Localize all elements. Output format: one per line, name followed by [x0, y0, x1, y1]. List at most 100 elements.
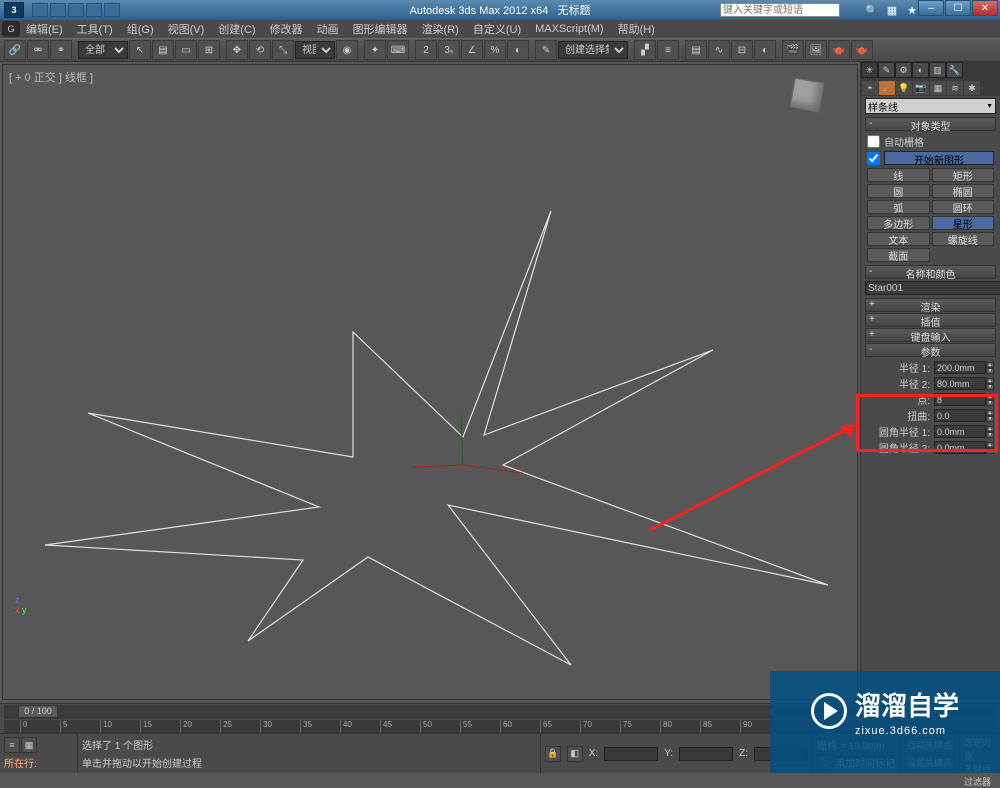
cat-spacewarps-icon[interactable]: ≋	[947, 81, 963, 95]
tab-display-icon[interactable]: ▥	[929, 62, 946, 78]
y-input[interactable]	[679, 747, 733, 761]
window-crossing-icon[interactable]: ⊞	[198, 40, 220, 60]
edit-named-sel-icon[interactable]: ✎	[535, 40, 557, 60]
select-region-icon[interactable]: ▭	[175, 40, 197, 60]
render-setup-icon[interactable]: 🎬	[782, 40, 804, 60]
tab-motion-icon[interactable]: ◐	[912, 62, 929, 78]
menu-animation[interactable]: 动画	[311, 19, 345, 39]
manipulate-icon[interactable]: ✦	[364, 40, 386, 60]
schematic-icon[interactable]: ⊟	[731, 40, 753, 60]
points-spin-down[interactable]: ▼	[986, 400, 994, 406]
move-icon[interactable]: ✥	[226, 40, 248, 60]
fillet2-spinner[interactable]: 0.0mm	[934, 441, 986, 454]
shape-category-dropdown[interactable]: 样条线	[865, 98, 996, 114]
qa-new-icon[interactable]	[32, 3, 48, 17]
start-new-shape-button[interactable]: 开始新图形	[884, 151, 994, 165]
app-logo-icon[interactable]: 3	[4, 2, 24, 18]
shape-ngon-button[interactable]: 多边形	[867, 216, 930, 230]
abs-rel-icon[interactable]: ◧	[567, 746, 583, 762]
menu-group[interactable]: 组(G)	[121, 19, 160, 39]
render-frame-icon[interactable]: 🖼	[805, 40, 827, 60]
link-icon[interactable]: 🔗	[4, 40, 26, 60]
align-icon[interactable]: ≡	[657, 40, 679, 60]
selection-filter[interactable]: 全部	[78, 41, 128, 59]
bind-icon[interactable]: ⚭	[50, 40, 72, 60]
comm-center-icon[interactable]: ▦	[884, 3, 900, 17]
radius2-spin-down[interactable]: ▼	[986, 384, 994, 390]
keyboard-icon[interactable]: ⌨	[387, 40, 409, 60]
help-search-input[interactable]	[720, 3, 840, 17]
tab-create-icon[interactable]: ✳	[861, 62, 878, 78]
tab-modify-icon[interactable]: ✎	[878, 62, 895, 78]
unlink-icon[interactable]: ⚮	[27, 40, 49, 60]
search-icon[interactable]: 🔍	[864, 3, 880, 17]
distortion-spinner[interactable]: 0.0	[934, 409, 986, 422]
shape-circle-button[interactable]: 圆	[867, 184, 930, 198]
qa-open-icon[interactable]	[50, 3, 66, 17]
fillet1-spinner[interactable]: 0.0mm	[934, 425, 986, 438]
spinner-snap-icon[interactable]: ◐	[507, 40, 529, 60]
time-slider-thumb[interactable]: 0 / 100	[18, 705, 58, 718]
render-prod-icon[interactable]: 🫖	[851, 40, 873, 60]
cat-cameras-icon[interactable]: 📷	[913, 81, 929, 95]
cat-helpers-icon[interactable]: ▦	[930, 81, 946, 95]
qa-undo-icon[interactable]	[86, 3, 102, 17]
menu-help[interactable]: 帮助(H)	[612, 19, 661, 39]
cat-geometry-icon[interactable]: ◓	[862, 81, 878, 95]
shape-helix-button[interactable]: 螺旋线	[932, 232, 995, 246]
fillet1-spin-down[interactable]: ▼	[986, 432, 994, 438]
ref-coord-system[interactable]: 视图	[295, 41, 335, 59]
snap3-icon[interactable]: 3ₛ	[438, 40, 460, 60]
fillet2-spin-down[interactable]: ▼	[986, 448, 994, 454]
tab-utilities-icon[interactable]: 🔧	[946, 62, 963, 78]
pivot-icon[interactable]: ◉	[336, 40, 358, 60]
angle-snap-icon[interactable]: ∠	[461, 40, 483, 60]
shape-section-button[interactable]: 截面	[867, 248, 930, 262]
material-editor-icon[interactable]: ◐	[754, 40, 776, 60]
menu-customize[interactable]: 自定义(U)	[467, 19, 527, 39]
menu-tools[interactable]: 工具(T)	[71, 19, 119, 39]
app-menu-icon[interactable]: G	[2, 21, 20, 37]
render-icon[interactable]: 🫖	[828, 40, 850, 60]
menu-create[interactable]: 创建(C)	[212, 19, 261, 39]
select-icon[interactable]: ↖	[129, 40, 151, 60]
script-listener-icon[interactable]: ≡	[4, 737, 20, 753]
shape-arc-button[interactable]: 弧	[867, 200, 930, 214]
qa-save-icon[interactable]	[68, 3, 84, 17]
snap2-icon[interactable]: 2	[415, 40, 437, 60]
radius1-spin-down[interactable]: ▼	[986, 368, 994, 374]
tab-hierarchy-icon[interactable]: ⚙	[895, 62, 912, 78]
menu-maxscript[interactable]: MAXScript(M)	[529, 21, 609, 37]
radius1-spinner[interactable]: 200.0mm	[934, 361, 986, 374]
points-spinner[interactable]: 8	[934, 393, 986, 406]
named-selection-set[interactable]: 创建选择集	[558, 41, 628, 59]
menu-render[interactable]: 渲染(R)	[416, 19, 465, 39]
select-name-icon[interactable]: ▤	[152, 40, 174, 60]
scale-icon[interactable]: ⤡	[272, 40, 294, 60]
curve-editor-icon[interactable]: ∿	[708, 40, 730, 60]
menu-graph[interactable]: 图形编辑器	[347, 19, 414, 39]
shape-ellipse-button[interactable]: 椭圆	[932, 184, 995, 198]
shape-text-button[interactable]: 文本	[867, 232, 930, 246]
minimize-button[interactable]: –	[918, 0, 944, 16]
cat-shapes-icon[interactable]: ☄	[879, 81, 895, 95]
rotate-icon[interactable]: ⟲	[249, 40, 271, 60]
maximize-button[interactable]: ☐	[945, 0, 971, 16]
radius2-spinner[interactable]: 80.0mm	[934, 377, 986, 390]
shape-star-button[interactable]: 星形	[932, 216, 995, 230]
object-name-input[interactable]	[865, 281, 1000, 295]
shape-donut-button[interactable]: 圆环	[932, 200, 995, 214]
layers-icon[interactable]: ▤	[685, 40, 707, 60]
autogrid-checkbox[interactable]	[867, 135, 880, 148]
distortion-spin-down[interactable]: ▼	[986, 416, 994, 422]
percent-snap-icon[interactable]: %	[484, 40, 506, 60]
menu-modifiers[interactable]: 修改器	[264, 19, 309, 39]
start-new-shape-checkbox[interactable]	[867, 152, 880, 165]
shape-line-button[interactable]: 线	[867, 168, 930, 182]
lock-selection-icon[interactable]: 🔒	[545, 746, 561, 762]
cat-systems-icon[interactable]: ✱	[964, 81, 980, 95]
script-editor-icon[interactable]: ▦	[21, 737, 37, 753]
viewport[interactable]: [ + 0 正交 ] 线框 ] zx y	[2, 64, 858, 700]
cat-lights-icon[interactable]: 💡	[896, 81, 912, 95]
help-search[interactable]	[720, 3, 840, 17]
